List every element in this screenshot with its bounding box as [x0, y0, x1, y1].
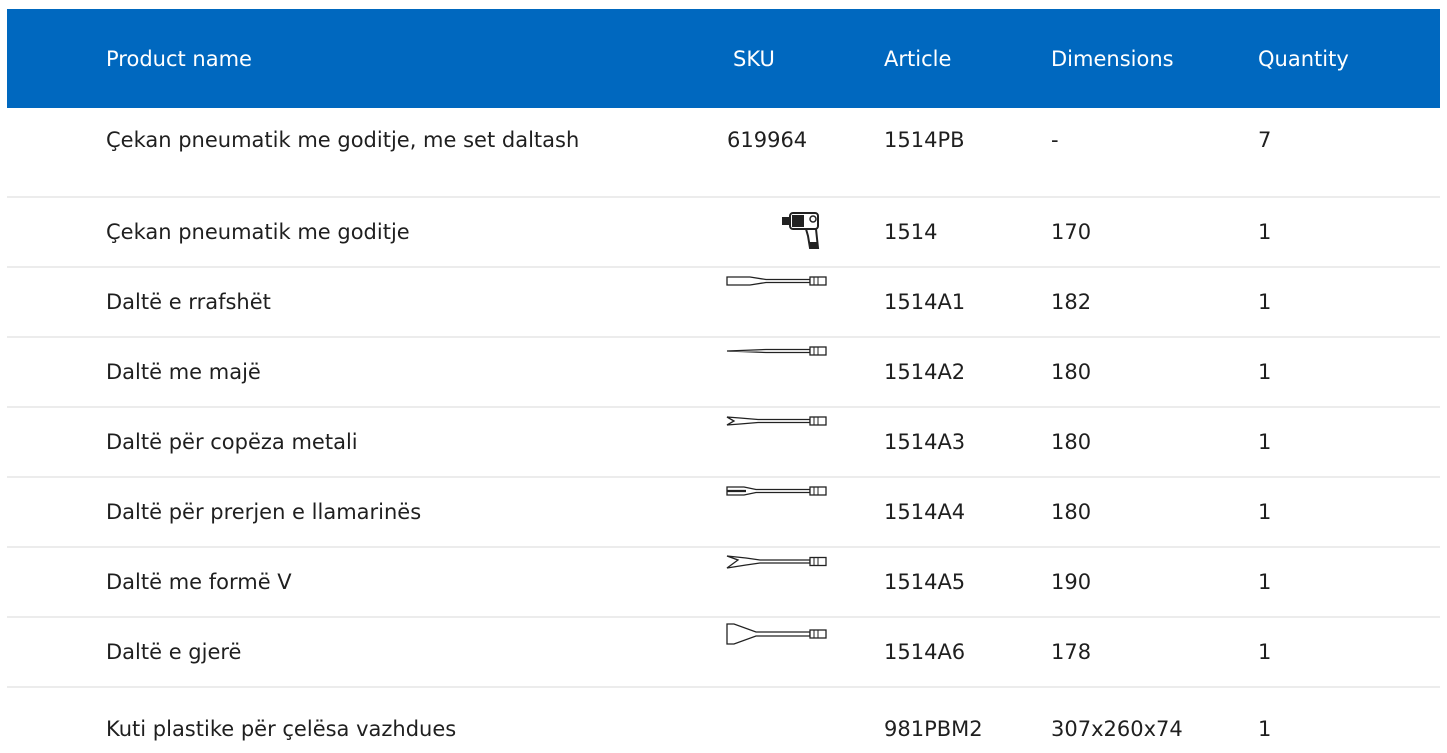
product-name-cell: Kuti plastike për çelësa vazhdues [106, 717, 457, 741]
quantity-cell: 1 [1258, 430, 1272, 454]
dimensions-cell: 190 [1051, 570, 1092, 594]
dimensions-cell: 178 [1051, 640, 1092, 664]
table-row: Çekan pneumatik me goditje, me set dalta… [7, 108, 1440, 198]
article-cell: 1514 [884, 220, 938, 244]
header-product-name: Product name [106, 47, 252, 71]
quantity-cell: 1 [1258, 290, 1272, 314]
product-name-cell: Daltë me majë [106, 360, 261, 384]
quantity-cell: 1 [1258, 570, 1272, 594]
sheet-cutter-chisel-icon [726, 484, 828, 516]
dimensions-cell: 170 [1051, 220, 1092, 244]
pointed-chisel-icon [726, 344, 828, 376]
article-cell: 1514A2 [884, 360, 966, 384]
dimensions-cell: 180 [1051, 360, 1092, 384]
table-row: Çekan pneumatik me goditje 1514 170 1 [7, 198, 1440, 268]
product-table: Product name SKU Article Dimensions Quan… [7, 9, 1440, 748]
dimensions-cell: 182 [1051, 290, 1092, 314]
quantity-cell: 1 [1258, 640, 1272, 664]
product-name-cell: Daltë për copëza metali [106, 430, 358, 454]
v-chisel-icon [726, 554, 828, 586]
dimensions-cell: - [1051, 128, 1059, 152]
flat-chisel-icon [726, 274, 828, 306]
quantity-cell: 1 [1258, 717, 1272, 741]
article-cell: 1514A4 [884, 500, 966, 524]
table-row: Kuti plastike për çelësa vazhdues 981PBM… [7, 688, 1440, 748]
article-cell: 1514A1 [884, 290, 966, 314]
table-row: Daltë e rrafshët 1514A1 182 1 [7, 268, 1440, 338]
product-name-cell: Çekan pneumatik me goditje [106, 220, 410, 244]
quantity-cell: 7 [1258, 128, 1272, 152]
quantity-cell: 1 [1258, 500, 1272, 524]
table-row: Daltë me majë 1514A2 180 1 [7, 338, 1440, 408]
table-row: Daltë për copëza metali 1514A3 180 1 [7, 408, 1440, 478]
dimensions-cell: 180 [1051, 430, 1092, 454]
header-dimensions: Dimensions [1051, 47, 1174, 71]
article-cell: 1514A3 [884, 430, 966, 454]
metal-chisel-icon [726, 414, 828, 446]
header-sku: SKU [733, 47, 775, 71]
article-cell: 981PBM2 [884, 717, 983, 741]
article-cell: 1514A5 [884, 570, 966, 594]
header-article: Article [884, 47, 952, 71]
product-name-cell: Daltë me formë V [106, 570, 292, 594]
table-header: Product name SKU Article Dimensions Quan… [7, 9, 1440, 108]
product-name-cell: Çekan pneumatik me goditje, me set dalta… [106, 128, 580, 152]
sku-cell: 619964 [727, 128, 808, 152]
air-hammer-icon [780, 208, 828, 249]
table-row: Daltë me formë V 1514A5 190 1 [7, 548, 1440, 618]
table-row: Daltë për prerjen e llamarinës 1514A4 18… [7, 478, 1440, 548]
quantity-cell: 1 [1258, 220, 1272, 244]
article-cell: 1514A6 [884, 640, 966, 664]
product-name-cell: Daltë për prerjen e llamarinës [106, 500, 422, 524]
quantity-cell: 1 [1258, 360, 1272, 384]
wide-chisel-icon [726, 622, 828, 654]
dimensions-cell: 180 [1051, 500, 1092, 524]
dimensions-cell: 307x260x74 [1051, 717, 1183, 741]
article-cell: 1514PB [884, 128, 965, 152]
product-name-cell: Daltë e rrafshët [106, 290, 271, 314]
table-row: Daltë e gjerë 1514A6 178 1 [7, 618, 1440, 688]
product-name-cell: Daltë e gjerë [106, 640, 242, 664]
header-quantity: Quantity [1258, 47, 1349, 71]
